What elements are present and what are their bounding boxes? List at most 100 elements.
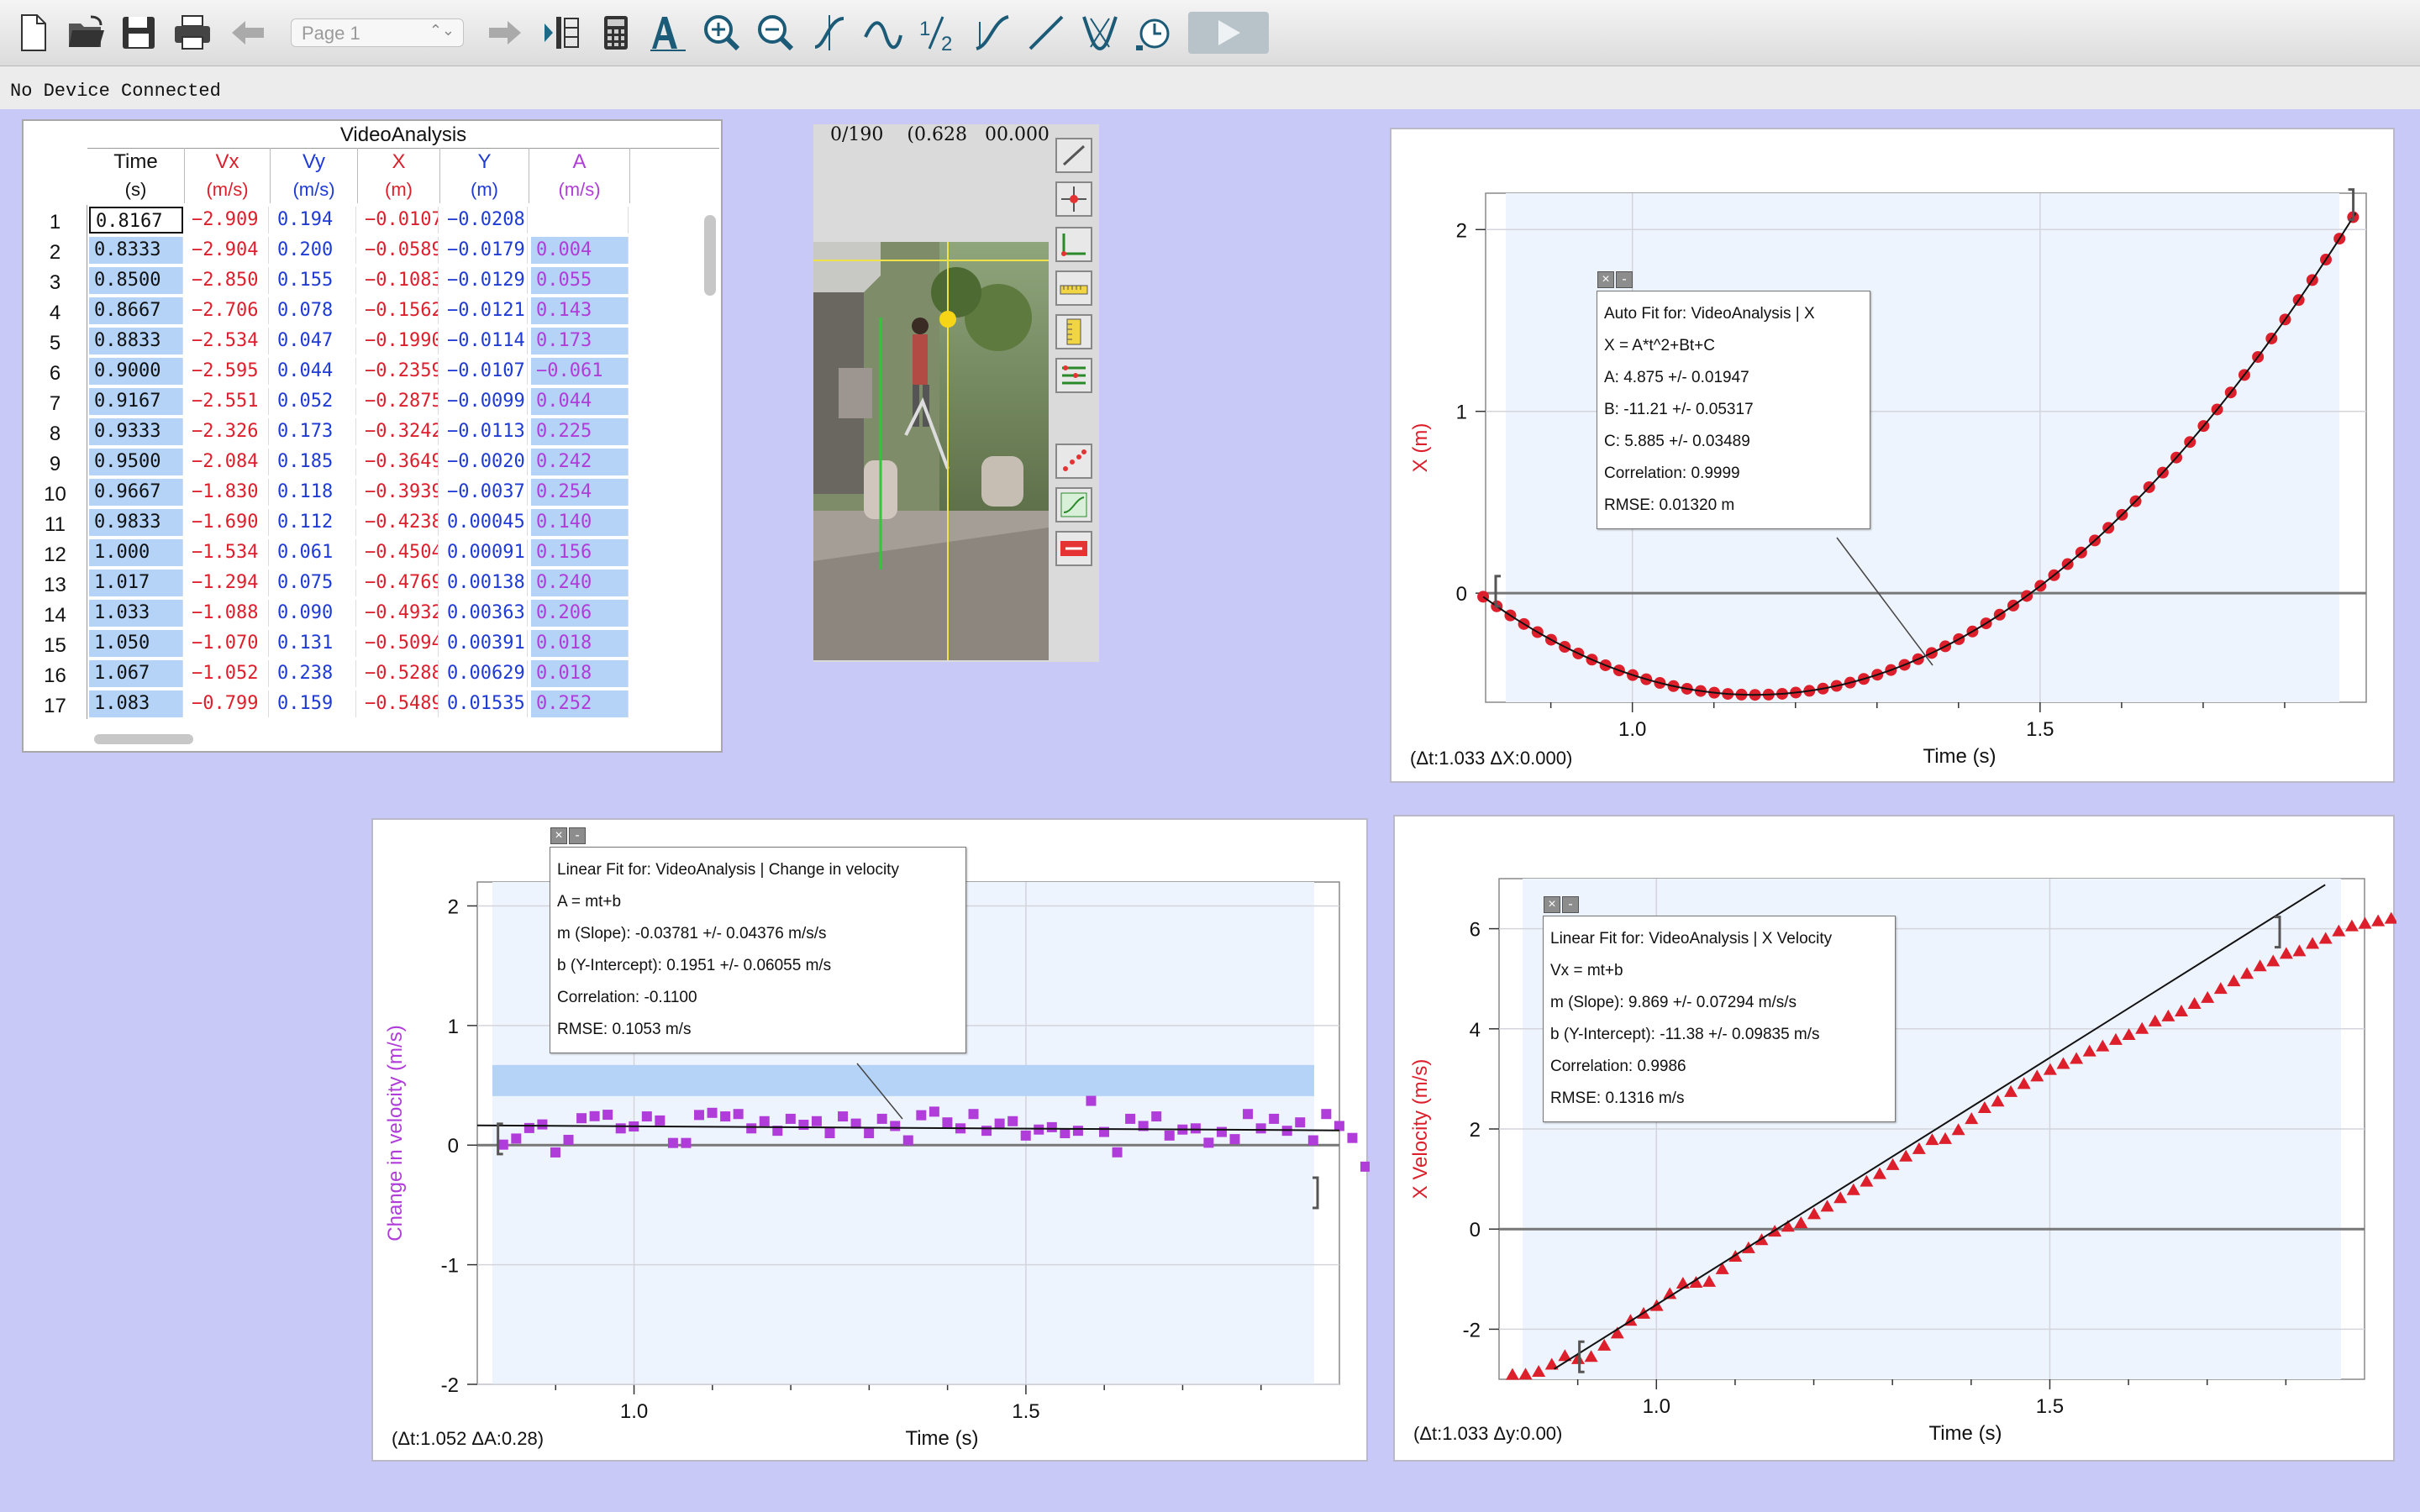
table-cell[interactable]: −0.0179	[442, 237, 528, 264]
table-cell[interactable]: 0.090	[272, 600, 356, 627]
timer-icon[interactable]	[1131, 8, 1176, 57]
table-cell[interactable]: −2.850	[187, 267, 269, 294]
table-cell[interactable]: 0.8667	[89, 297, 183, 324]
table-cell[interactable]: 0.061	[272, 539, 356, 566]
table-cell[interactable]: 0.01535	[442, 690, 528, 717]
table-cell[interactable]: −1.070	[187, 630, 269, 657]
table-cell[interactable]: −2.904	[187, 237, 269, 264]
table-cell[interactable]: 0.9000	[89, 358, 183, 385]
table-row[interactable]: 1 0.8167 −2.909 0.194 −0.0107 −0.0208	[24, 205, 701, 235]
table-cell[interactable]: −0.0113	[442, 418, 528, 445]
table-row[interactable]: 3 0.8500 −2.850 0.155 −0.1083 −0.0129 0.055	[24, 265, 701, 296]
table-cell[interactable]: 0.8333	[89, 237, 183, 264]
table-cell[interactable]: −2.706	[187, 297, 269, 324]
table-cell[interactable]: 0.052	[272, 388, 356, 415]
table-cell[interactable]: −0.4769	[360, 570, 439, 596]
table-cell[interactable]: 0.252	[531, 690, 629, 717]
table-row[interactable]: 13 1.017 −1.294 0.075 −0.4769 0.00138 0.240	[24, 568, 701, 598]
table-cell[interactable]: −2.326	[187, 418, 269, 445]
zoom-in-icon[interactable]	[699, 8, 744, 57]
table-cell[interactable]: −0.0114	[442, 328, 528, 354]
table-cell[interactable]: 0.004	[531, 237, 629, 264]
column-header[interactable]: Vy (m/s)	[271, 148, 358, 203]
table-cell[interactable]: −2.595	[187, 358, 269, 385]
table-cell[interactable]: 0.140	[531, 509, 629, 536]
add-point-icon[interactable]	[1055, 181, 1092, 217]
minimize-icon[interactable]: -	[569, 827, 586, 844]
table-cell[interactable]: 0.078	[272, 297, 356, 324]
tangent-icon[interactable]	[860, 8, 906, 57]
table-row[interactable]: 11 0.9833 −1.690 0.112 −0.4238 0.00045 0.140	[24, 507, 701, 538]
table-cell[interactable]: 0.00091	[442, 539, 528, 566]
table-cell[interactable]: −1.088	[187, 600, 269, 627]
autoscale-icon[interactable]	[645, 8, 691, 57]
table-cell[interactable]: −0.4238	[360, 509, 439, 536]
back-arrow-icon[interactable]	[225, 8, 271, 57]
table-cell[interactable]: 1.033	[89, 600, 183, 627]
table-cell[interactable]: 0.047	[272, 328, 356, 354]
graph-x-velocity[interactable]: 1.0 1.5 -2 0 2 4 6 Time (s) X Velocity (m/s) × - …	[1393, 815, 2396, 1462]
table-row[interactable]: 12 1.000 −1.534 0.061 −0.4504 0.00091 0.156	[24, 538, 701, 568]
table-cell[interactable]: −0.3649	[360, 449, 439, 475]
table-cell[interactable]: 0.8833	[89, 328, 183, 354]
table-cell[interactable]: −1.294	[187, 570, 269, 596]
table-cell[interactable]: −0.0107	[442, 358, 528, 385]
column-header[interactable]: Time (s)	[87, 148, 185, 203]
table-cell[interactable]: 0.00138	[442, 570, 528, 596]
table-cell[interactable]: 1.067	[89, 660, 183, 687]
photo-distance-icon[interactable]	[1055, 314, 1092, 349]
graph-icon[interactable]	[1055, 487, 1092, 522]
zoom-out-icon[interactable]	[753, 8, 798, 57]
table-row[interactable]: 17 1.083 −0.799 0.159 −0.5489 0.01535 0.252	[24, 689, 701, 719]
set-origin-icon[interactable]	[1055, 227, 1092, 262]
table-cell[interactable]: 0.9167	[89, 388, 183, 415]
table-cell[interactable]: 0.242	[531, 449, 629, 475]
video-frame[interactable]	[813, 242, 1049, 660]
fit-annotation[interactable]: × - Linear Fit for: VideoAnalysis | Chang…	[550, 827, 966, 1053]
table-row[interactable]: 14 1.033 −1.088 0.090 −0.4932 0.00363 0.206	[24, 598, 701, 628]
show-trail-icon[interactable]	[1055, 444, 1092, 479]
table-cell[interactable]: −2.534	[187, 328, 269, 354]
table-cell[interactable]: 0.173	[272, 418, 356, 445]
table-cell[interactable]: −2.551	[187, 388, 269, 415]
table-cell[interactable]: 0.200	[272, 237, 356, 264]
column-header[interactable]: X (m)	[358, 148, 440, 203]
table-cell[interactable]: 0.238	[272, 660, 356, 687]
table-cell[interactable]: 0.8167	[89, 207, 183, 234]
fit-annotation[interactable]: × - Linear Fit for: VideoAnalysis | X Vel…	[1543, 896, 1896, 1122]
table-cell[interactable]: 0.173	[531, 328, 629, 354]
table-cell[interactable]: 0.00629	[442, 660, 528, 687]
table-cell[interactable]: −0.0107	[360, 207, 439, 234]
table-row[interactable]: 6 0.9000 −2.595 0.044 −0.2359 −0.0107 −0.061	[24, 356, 701, 386]
table-cell[interactable]: 0.206	[531, 600, 629, 627]
close-icon[interactable]: ×	[550, 827, 567, 844]
table-cell[interactable]: 0.018	[531, 630, 629, 657]
table-cell[interactable]: −0.2359	[360, 358, 439, 385]
table-row[interactable]: 5 0.8833 −2.534 0.047 −0.1990 −0.0114 0.173	[24, 326, 701, 356]
table-cell[interactable]: 0.225	[531, 418, 629, 445]
table-cell[interactable]: −2.084	[187, 449, 269, 475]
table-cell[interactable]: −0.5094	[360, 630, 439, 657]
examine-icon[interactable]	[807, 8, 852, 57]
table-row[interactable]: 16 1.067 −1.052 0.238 −0.5288 0.00629 0.018	[24, 659, 701, 689]
table-cell[interactable]	[531, 207, 629, 234]
table-row[interactable]: 15 1.050 −1.070 0.131 −0.5094 0.00391 0.018	[24, 628, 701, 659]
column-header[interactable]: A (m/s)	[529, 148, 630, 203]
minimize-icon[interactable]: -	[1562, 896, 1579, 913]
graph-change-in-velocity[interactable]: 1.0 1.5 -2 -1 0 1 2 Time (s) Change in velocity …	[371, 818, 1370, 1462]
open-folder-icon[interactable]	[64, 8, 109, 57]
table-row[interactable]: 7 0.9167 −2.551 0.052 −0.2875 −0.0099 0.044	[24, 386, 701, 417]
table-cell[interactable]: −0.3242	[360, 418, 439, 445]
table-cell[interactable]: −0.0099	[442, 388, 528, 415]
table-cell[interactable]: −0.0037	[442, 479, 528, 506]
save-icon[interactable]	[116, 8, 161, 57]
table-cell[interactable]: 0.156	[531, 539, 629, 566]
table-cell[interactable]: 0.9667	[89, 479, 183, 506]
table-cell[interactable]: 0.075	[272, 570, 356, 596]
table-cell[interactable]: 0.143	[531, 297, 629, 324]
table-cell[interactable]: 0.018	[531, 660, 629, 687]
replay-icon[interactable]	[1055, 531, 1092, 566]
table-cell[interactable]: 0.044	[531, 388, 629, 415]
table-cell[interactable]: −0.1990	[360, 328, 439, 354]
table-cell[interactable]: 0.9500	[89, 449, 183, 475]
